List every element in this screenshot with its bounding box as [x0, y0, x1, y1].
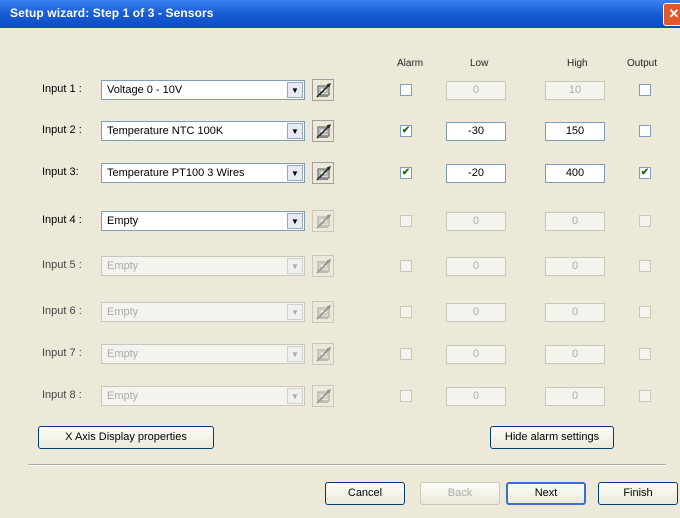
sensor-select-value: Voltage 0 - 10V: [107, 84, 183, 96]
input-1-output-checkbox[interactable]: [639, 84, 651, 96]
x-axis-display-properties-button[interactable]: X Axis Display properties: [38, 426, 214, 449]
input-8-label: Input 8 :: [42, 389, 82, 401]
input-1-alarm-checkbox[interactable]: [400, 84, 412, 96]
input-4-label: Input 4 :: [42, 214, 82, 226]
input-2-output-checkbox[interactable]: [639, 125, 651, 137]
input-6-configure-button[interactable]: [312, 301, 334, 323]
input-8-low-field[interactable]: 0: [446, 387, 506, 406]
input-1-high-field[interactable]: 10: [545, 81, 605, 100]
input-7-label: Input 7 :: [42, 347, 82, 359]
chevron-down-icon[interactable]: ▼: [287, 82, 303, 98]
output-column-header: Output: [627, 58, 658, 69]
input-6-sensor-select[interactable]: Empty ▼: [101, 302, 305, 322]
sensor-select-value: Empty: [107, 390, 139, 402]
input-3-output-checkbox[interactable]: ✔: [639, 167, 651, 179]
sensor-select-value: Empty: [107, 348, 139, 360]
chevron-down-icon[interactable]: ▼: [287, 304, 303, 320]
input-7-output-checkbox[interactable]: [639, 348, 651, 360]
window-title: Setup wizard: Step 1 of 3 - Sensors: [10, 6, 214, 20]
high-column-header: High: [567, 58, 588, 69]
input-7-high-field[interactable]: 0: [545, 345, 605, 364]
input-5-label: Input 5 :: [42, 259, 82, 271]
input-4-configure-button[interactable]: [312, 210, 334, 232]
input-8-sensor-select[interactable]: Empty ▼: [101, 386, 305, 406]
input-6-alarm-checkbox[interactable]: [400, 306, 412, 318]
input-2-high-field[interactable]: 150: [545, 122, 605, 141]
input-3-label: Input 3:: [42, 166, 79, 178]
sensor-select-value: Empty: [107, 260, 139, 272]
chevron-down-icon[interactable]: ▼: [287, 123, 303, 139]
input-5-alarm-checkbox[interactable]: [400, 260, 412, 272]
input-5-low-field[interactable]: 0: [446, 257, 506, 276]
close-button[interactable]: ✕: [663, 3, 680, 26]
input-2-low-field[interactable]: -30: [446, 122, 506, 141]
next-button[interactable]: Next: [506, 482, 586, 505]
chevron-down-icon[interactable]: ▼: [287, 346, 303, 362]
sensor-configure-icon: [316, 389, 331, 404]
input-2-sensor-select[interactable]: Temperature NTC 100K ▼: [101, 121, 305, 141]
input-3-high-field[interactable]: 400: [545, 164, 605, 183]
input-3-alarm-checkbox[interactable]: ✔: [400, 167, 412, 179]
sensor-configure-icon: [316, 83, 331, 98]
input-5-output-checkbox[interactable]: [639, 260, 651, 272]
input-3-low-field[interactable]: -20: [446, 164, 506, 183]
sensor-configure-icon: [316, 347, 331, 362]
footer-separator: [28, 464, 666, 466]
input-4-output-checkbox[interactable]: [639, 215, 651, 227]
input-2-label: Input 2 :: [42, 124, 82, 136]
input-1-low-field[interactable]: 0: [446, 81, 506, 100]
low-column-header: Low: [470, 58, 489, 69]
input-6-high-field[interactable]: 0: [545, 303, 605, 322]
input-1-sensor-select[interactable]: Voltage 0 - 10V ▼: [101, 80, 305, 100]
sensor-select-value: Temperature NTC 100K: [107, 125, 224, 137]
input-3-sensor-select[interactable]: Temperature PT100 3 Wires ▼: [101, 163, 305, 183]
finish-button[interactable]: Finish: [598, 482, 678, 505]
sensor-configure-icon: [316, 305, 331, 320]
input-5-configure-button[interactable]: [312, 255, 334, 277]
chevron-down-icon[interactable]: ▼: [287, 388, 303, 404]
input-2-configure-button[interactable]: [312, 120, 334, 142]
input-6-low-field[interactable]: 0: [446, 303, 506, 322]
input-8-output-checkbox[interactable]: [639, 390, 651, 402]
input-5-sensor-select[interactable]: Empty ▼: [101, 256, 305, 276]
sensor-configure-icon: [316, 166, 331, 181]
title-bar[interactable]: Setup wizard: Step 1 of 3 - Sensors ✕: [0, 0, 680, 28]
alarm-column-header: Alarm: [397, 58, 424, 69]
input-4-alarm-checkbox[interactable]: [400, 215, 412, 227]
chevron-down-icon[interactable]: ▼: [287, 258, 303, 274]
input-6-output-checkbox[interactable]: [639, 306, 651, 318]
input-1-configure-button[interactable]: [312, 79, 334, 101]
input-8-configure-button[interactable]: [312, 385, 334, 407]
input-4-sensor-select[interactable]: Empty ▼: [101, 211, 305, 231]
input-7-alarm-checkbox[interactable]: [400, 348, 412, 360]
cancel-button[interactable]: Cancel: [325, 482, 405, 505]
input-6-label: Input 6 :: [42, 305, 82, 317]
input-4-low-field[interactable]: 0: [446, 212, 506, 231]
hide-alarm-settings-button[interactable]: Hide alarm settings: [490, 426, 614, 449]
input-5-high-field[interactable]: 0: [545, 257, 605, 276]
input-7-configure-button[interactable]: [312, 343, 334, 365]
input-2-alarm-checkbox[interactable]: ✔: [400, 125, 412, 137]
sensor-select-value: Empty: [107, 215, 139, 227]
sensor-select-value: Temperature PT100 3 Wires: [107, 167, 245, 179]
input-4-high-field[interactable]: 0: [545, 212, 605, 231]
back-button[interactable]: Back: [420, 482, 500, 505]
input-1-label: Input 1 :: [42, 83, 82, 95]
chevron-down-icon[interactable]: ▼: [287, 165, 303, 181]
sensor-select-value: Empty: [107, 306, 139, 318]
chevron-down-icon[interactable]: ▼: [287, 213, 303, 229]
sensor-configure-icon: [316, 124, 331, 139]
input-3-configure-button[interactable]: [312, 162, 334, 184]
input-7-sensor-select[interactable]: Empty ▼: [101, 344, 305, 364]
input-7-low-field[interactable]: 0: [446, 345, 506, 364]
input-8-alarm-checkbox[interactable]: [400, 390, 412, 402]
setup-wizard-window: Setup wizard: Step 1 of 3 - Sensors ✕ Al…: [0, 0, 680, 518]
sensor-configure-icon: [316, 259, 331, 274]
input-8-high-field[interactable]: 0: [545, 387, 605, 406]
sensor-configure-icon: [316, 214, 331, 229]
